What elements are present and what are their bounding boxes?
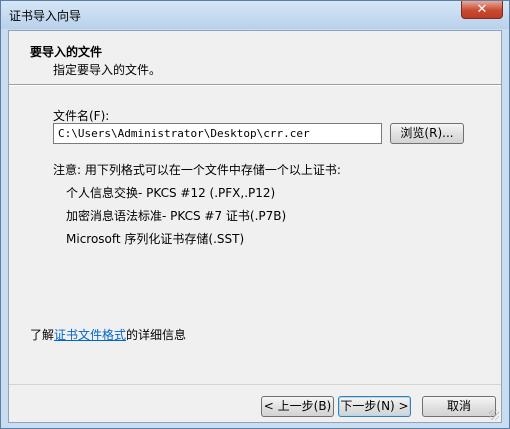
close-button[interactable]: ✕ bbox=[461, 1, 503, 19]
format-item-p7b: 加密消息语法标准- PKCS #7 证书(.P7B) bbox=[66, 209, 287, 223]
certificate-import-wizard-window: 证书导入向导 ✕ 要导入的文件 指定要导入的文件。 文件名(F): C:\Use… bbox=[0, 0, 510, 429]
header-divider bbox=[9, 84, 501, 86]
resize-grip[interactable] bbox=[489, 410, 499, 420]
certificate-file-formats-link[interactable]: 证书文件格式 bbox=[54, 328, 126, 342]
file-name-field[interactable]: C:\Users\Administrator\Desktop\crr.cer bbox=[53, 123, 382, 144]
window-title: 证书导入向导 bbox=[9, 9, 82, 23]
more-info-text: 了解证书文件格式的详细信息 bbox=[30, 326, 186, 343]
footer-divider bbox=[9, 384, 501, 385]
title-bar[interactable]: 证书导入向导 ✕ bbox=[1, 1, 509, 29]
wizard-header: 要导入的文件 指定要导入的文件。 bbox=[9, 31, 501, 85]
file-name-label: 文件名(F): bbox=[53, 109, 110, 123]
format-item-pfx: 个人信息交换- PKCS #12 (.PFX,.P12) bbox=[66, 186, 276, 200]
more-info-prefix: 了解 bbox=[30, 328, 55, 342]
browse-button[interactable]: 浏览(R)... bbox=[390, 123, 464, 144]
more-info-suffix: 的详细信息 bbox=[126, 328, 187, 342]
back-button[interactable]: < 上一步(B) bbox=[261, 396, 334, 417]
page-title: 要导入的文件 bbox=[30, 45, 103, 59]
cancel-button[interactable]: 取消 bbox=[422, 396, 496, 417]
close-icon: ✕ bbox=[476, 2, 488, 17]
format-item-sst: Microsoft 序列化证书存储(.SST) bbox=[66, 232, 245, 246]
wizard-content: 要导入的文件 指定要导入的文件。 文件名(F): C:\Users\Admini… bbox=[8, 30, 502, 423]
next-button[interactable]: 下一步(N) > bbox=[338, 396, 411, 417]
note-text: 注意: 用下列格式可以在一个文件中存储一个以上证书: bbox=[53, 163, 341, 177]
page-subtitle: 指定要导入的文件。 bbox=[53, 63, 162, 77]
